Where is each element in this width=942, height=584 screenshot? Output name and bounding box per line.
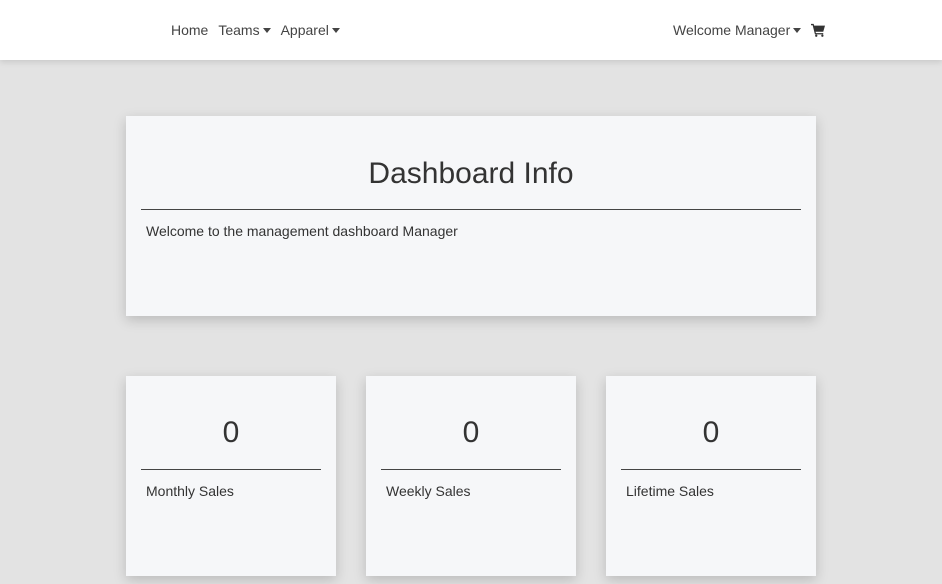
shopping-cart-icon[interactable] xyxy=(811,23,826,37)
divider xyxy=(141,469,321,470)
caret-down-icon xyxy=(331,28,340,33)
weekly-sales-label: Weekly Sales xyxy=(386,483,471,499)
lifetime-sales-value: 0 xyxy=(702,416,720,449)
nav-teams-label: Teams xyxy=(218,22,260,38)
nav-teams-dropdown[interactable]: Teams xyxy=(218,22,271,38)
monthly-sales-label: Monthly Sales xyxy=(146,483,234,499)
nav-apparel-dropdown[interactable]: Apparel xyxy=(281,22,340,38)
dashboard-title: Dashboard Info xyxy=(368,157,574,190)
caret-down-icon xyxy=(793,28,802,33)
divider xyxy=(621,469,801,470)
weekly-sales-card: 0 Weekly Sales xyxy=(366,376,576,576)
monthly-sales-card: 0 Monthly Sales xyxy=(126,376,336,576)
lifetime-sales-label: Lifetime Sales xyxy=(626,483,714,499)
divider xyxy=(141,209,801,210)
nav-menu: Home Teams Apparel xyxy=(171,0,350,60)
nav-home-label: Home xyxy=(171,22,209,38)
lifetime-sales-card: 0 Lifetime Sales xyxy=(606,376,816,576)
dashboard-info-card: Dashboard Info Welcome to the management… xyxy=(126,116,816,316)
weekly-sales-value: 0 xyxy=(462,416,480,449)
nav-home-link[interactable]: Home xyxy=(171,22,208,38)
user-welcome-label: Welcome Manager xyxy=(673,22,791,38)
caret-down-icon xyxy=(262,28,271,33)
nav-user-area: Welcome Manager xyxy=(673,0,826,60)
nav-apparel-label: Apparel xyxy=(280,22,329,38)
top-navbar: Home Teams Apparel Welcome Manager xyxy=(0,0,942,60)
divider xyxy=(381,469,561,470)
monthly-sales-value: 0 xyxy=(222,416,240,449)
user-menu-dropdown[interactable]: Welcome Manager xyxy=(673,22,802,38)
dashboard-welcome-text: Welcome to the management dashboard Mana… xyxy=(146,223,458,239)
